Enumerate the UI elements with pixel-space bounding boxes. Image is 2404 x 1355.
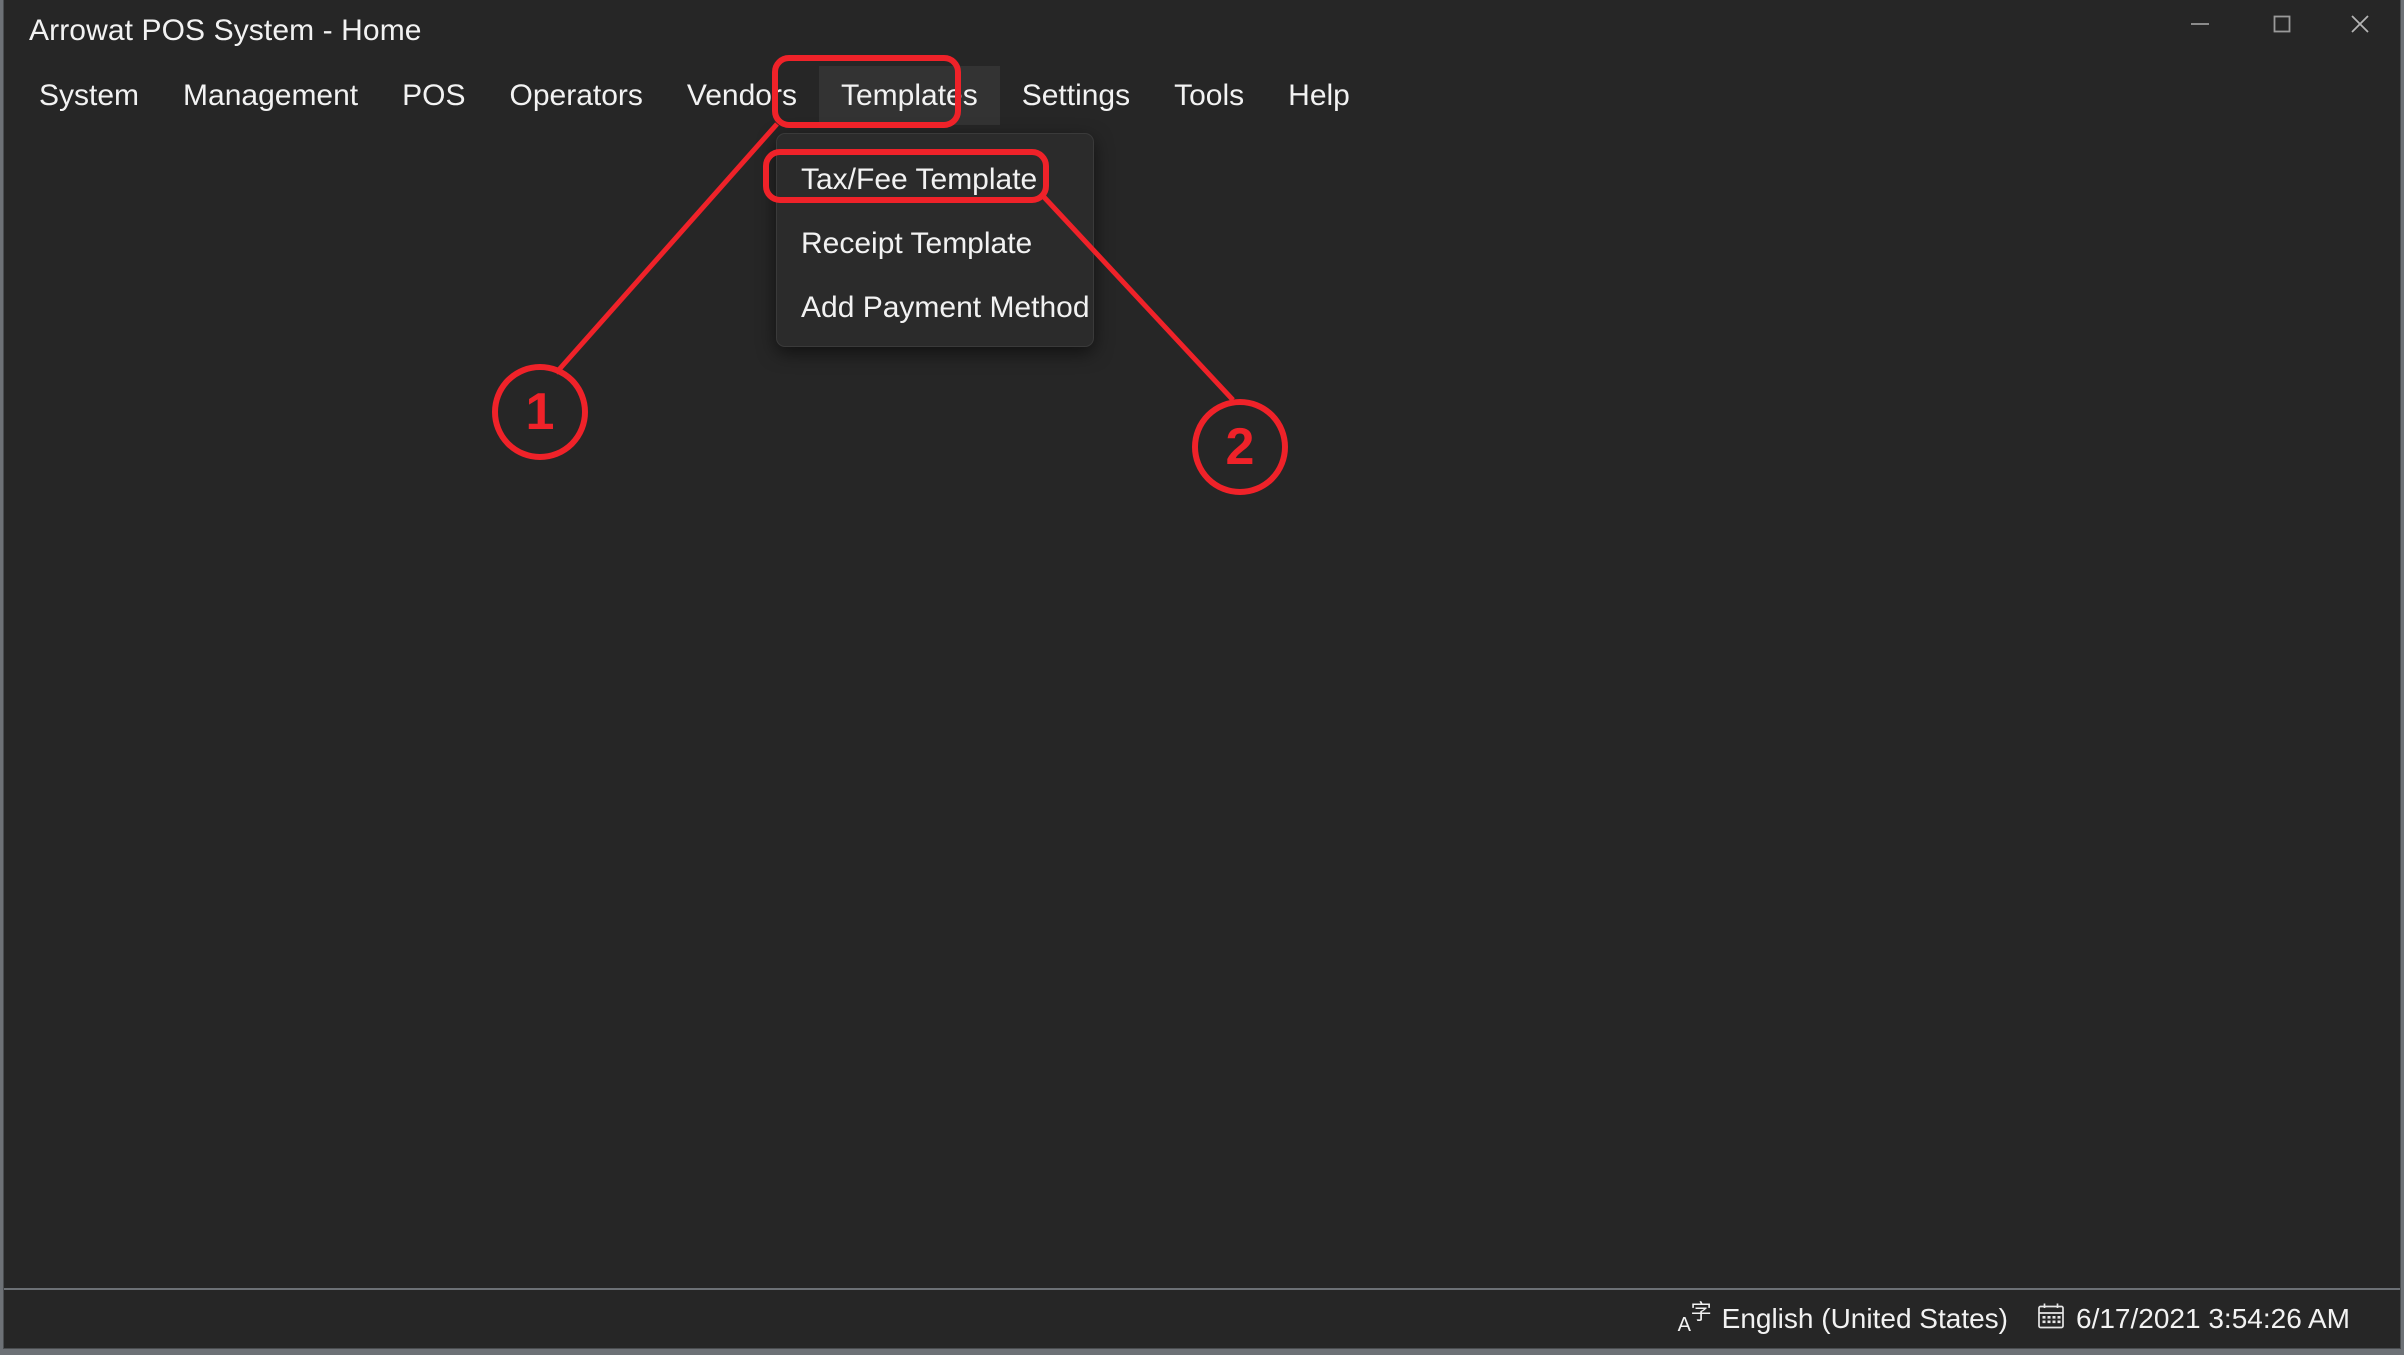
minimize-button[interactable] (2164, 0, 2236, 48)
title-bar: Arrowat POS System - Home (4, 0, 2400, 66)
menu-bar: System Management POS Operators Vendors … (4, 66, 2400, 125)
menu-item-operators[interactable]: Operators (488, 66, 665, 125)
datetime-label: 6/17/2021 3:54:26 AM (2076, 1302, 2350, 1334)
close-button[interactable] (2324, 0, 2396, 48)
menu-item-tools[interactable]: Tools (1152, 66, 1266, 125)
minimize-icon (2187, 11, 2213, 37)
window-title: Arrowat POS System - Home (29, 14, 422, 47)
menu-item-help[interactable]: Help (1266, 66, 1372, 125)
close-icon (2347, 11, 2373, 37)
language-label: English (United States) (1721, 1302, 2008, 1334)
maximize-icon (2269, 11, 2295, 37)
templates-dropdown-menu: Tax/Fee Template Receipt Template Add Pa… (776, 133, 1094, 347)
dropdown-item-tax-fee-template[interactable]: Tax/Fee Template (777, 148, 1093, 212)
language-indicator[interactable]: A 字 English (United States) (1678, 1302, 2008, 1336)
menu-item-management[interactable]: Management (161, 66, 380, 125)
dropdown-item-add-payment-method[interactable]: Add Payment Method (777, 276, 1093, 340)
menu-item-templates[interactable]: Templates (818, 66, 1000, 125)
menu-item-vendors[interactable]: Vendors (665, 66, 819, 125)
menu-item-system[interactable]: System (17, 66, 161, 125)
calendar-icon (2036, 1301, 2066, 1336)
datetime-indicator[interactable]: 6/17/2021 3:54:26 AM (2036, 1301, 2350, 1336)
application-window: Arrowat POS System - Home System Managem… (3, 0, 2401, 1349)
menu-item-pos[interactable]: POS (380, 66, 487, 125)
dropdown-item-receipt-template[interactable]: Receipt Template (777, 212, 1093, 276)
maximize-button[interactable] (2246, 0, 2318, 48)
menu-item-settings[interactable]: Settings (1000, 66, 1152, 125)
input-language-icon: A 字 (1677, 1300, 1712, 1336)
status-bar: A 字 English (United States) 6/17/2021 3:… (4, 1290, 2400, 1347)
